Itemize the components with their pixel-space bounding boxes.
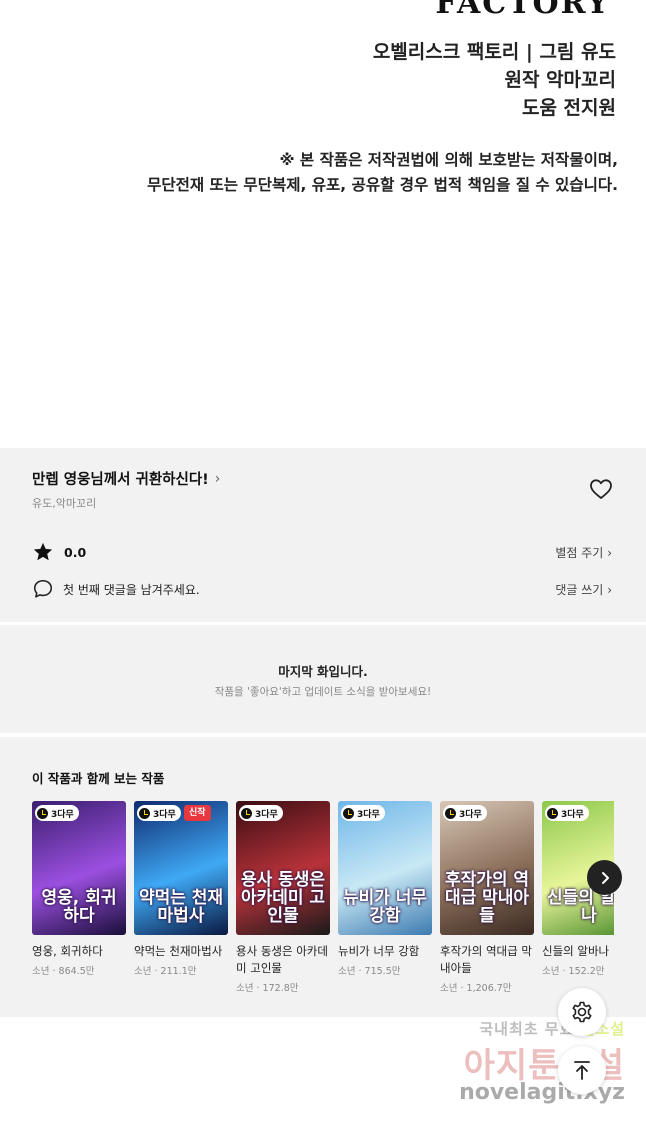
recommendations-carousel: 3다무 영웅, 회귀하다 영웅, 회귀하다 소년 · 864.5만 3다무 신작 약먹는 천… (32, 801, 614, 1001)
badge-label: 3다무 (459, 809, 482, 820)
rate-button-label: 별점 주기 (555, 546, 604, 560)
credits-image: FACTORY 오벨리스크 팩토리 | 그림 유도 원작 악마꼬리 도움 전지원… (0, 0, 646, 448)
credit-line-original: 원작 악마꼬리 (504, 69, 617, 91)
cover-thumbnail[interactable]: 3다무영웅, 회귀하다 (32, 801, 126, 935)
chevron-right-icon: › (214, 470, 221, 487)
card-title[interactable]: 약먹는 천재마법사 (134, 943, 228, 960)
clock-icon (445, 807, 456, 819)
recommendation-card[interactable]: 3다무 후작가의 역대급 막내아들 후작가의 역대급 막내아들 소년 · 1,206.… (440, 801, 534, 1001)
cover-thumbnail[interactable]: 3다무 신작약먹는 천재마법사 (134, 801, 228, 935)
credit-lines: 오벨리스크 팩토리 | 그림 유도 원작 악마꼬리 도움 전지원 (373, 38, 616, 122)
series-title[interactable]: 만렙 영웅님께서 귀환하신다! (32, 468, 209, 489)
card-meta: 소년 · 1,206.7만 (440, 983, 512, 994)
free-wait-badge: 3다무 (545, 805, 589, 821)
last-episode-title: 마지막 화입니다. (278, 664, 368, 679)
chevron-right-icon (601, 871, 609, 884)
free-wait-badge: 3다무 (341, 805, 385, 821)
copyright-line-1: ※ 본 작품은 저작권법에 의해 보호받는 저작물이며, (279, 151, 618, 169)
chevron-right-icon: › (607, 583, 612, 597)
free-wait-badge: 3다무 (239, 805, 283, 821)
cover-title-art: 뉴비가 너무 강함 (342, 888, 428, 926)
copyright-line-2: 무단전재 또는 무단복제, 유포, 공유할 경우 법적 책임을 질 수 있습니다… (147, 176, 618, 194)
rate-button[interactable]: 별점 주기 › (555, 544, 612, 561)
chevron-right-icon: › (607, 546, 612, 560)
last-episode-subtitle: 작품을 '좋아요'하고 업데이트 소식을 받아보세요! (214, 686, 432, 698)
badge-label: 3다무 (255, 809, 278, 820)
star-icon (33, 542, 53, 561)
brand-logo-text: FACTORY (435, 0, 610, 21)
clock-icon (343, 807, 354, 819)
card-meta: 소년 · 715.5만 (338, 966, 401, 977)
scroll-top-button[interactable] (558, 1046, 606, 1094)
free-wait-badge: 3다무 (443, 805, 487, 821)
cover-thumbnail[interactable]: 3다무후작가의 역대급 막내아들 (440, 801, 534, 935)
recommendation-card[interactable]: 3다무 영웅, 회귀하다 영웅, 회귀하다 소년 · 864.5만 (32, 801, 126, 1001)
card-title[interactable]: 뉴비가 너무 강함 (338, 943, 432, 960)
cover-thumbnail[interactable]: 3다무뉴비가 너무 강함 (338, 801, 432, 935)
arrow-up-icon (574, 1061, 590, 1080)
copyright-notice: ※ 본 작품은 저작권법에 의해 보호받는 저작물이며, 무단전재 또는 무단복… (147, 148, 618, 198)
rating-value: 0.0 (64, 544, 87, 560)
cover-title-art: 약먹는 천재마법사 (138, 888, 224, 926)
free-wait-badge: 3다무 (137, 805, 181, 821)
recommendation-card[interactable]: 3다무 용사 동생은 아카데미 고인물 용사 동생은 아카데미 고인물 소년 · 17… (236, 801, 330, 1001)
comment-prompt: 첫 번째 댓글을 남겨주세요. (63, 582, 200, 597)
carousel-next-button[interactable] (587, 860, 622, 895)
clock-icon (547, 807, 558, 819)
cover-thumbnail[interactable]: 3다무용사 동생은 아카데미 고인물 (236, 801, 330, 935)
cover-title-art: 용사 동생은 아카데미 고인물 (240, 870, 326, 926)
card-title[interactable]: 영웅, 회귀하다 (32, 943, 126, 960)
credit-line-assist: 도움 전지원 (521, 97, 616, 119)
series-authors: 유도,악마꼬리 (32, 497, 97, 510)
series-title-link[interactable]: 만렙 영웅님께서 귀환하신다! › (32, 468, 220, 489)
card-title[interactable]: 용사 동생은 아카데미 고인물 (236, 943, 330, 977)
comment-icon (33, 579, 53, 598)
recommendations-title: 이 작품과 함께 보는 작품 (32, 771, 165, 786)
recommendation-card[interactable]: 3다무 신작 약먹는 천재마법사 약먹는 천재마법사 소년 · 211.1만 (134, 801, 228, 1001)
write-comment-label: 댓글 쓰기 (555, 583, 604, 597)
write-comment-button[interactable]: 댓글 쓰기 › (555, 581, 612, 598)
card-meta: 소년 · 172.8만 (236, 983, 299, 994)
card-meta: 소년 · 211.1만 (134, 966, 197, 977)
free-wait-badge: 3다무 (35, 805, 79, 821)
card-title[interactable]: 신들의 알바나 (542, 943, 614, 960)
badge-label: 3다무 (357, 809, 380, 820)
clock-icon (139, 807, 150, 819)
comment-prompt-row[interactable]: 첫 번째 댓글을 남겨주세요. (32, 578, 200, 600)
clock-icon (37, 807, 48, 819)
card-meta: 소년 · 864.5만 (32, 966, 95, 977)
rating-row: 0.0 (32, 541, 86, 563)
cover-title-art: 후작가의 역대급 막내아들 (444, 870, 530, 926)
badge-label: 3다무 (153, 809, 176, 820)
cover-title-art: 영웅, 회귀하다 (41, 888, 117, 926)
new-badge: 신작 (184, 805, 211, 821)
recommendation-card[interactable]: 3다무신들의 알바나신들의 알바나소년 · 152.2만 (542, 801, 614, 1001)
settings-button[interactable] (558, 988, 606, 1036)
clock-icon (241, 807, 252, 819)
gear-icon (572, 1001, 592, 1023)
badge-label: 3다무 (51, 809, 74, 820)
credit-line-studio: 오벨리스크 팩토리 | 그림 유도 (372, 41, 616, 63)
badge-label: 3다무 (561, 809, 584, 820)
card-meta: 소년 · 152.2만 (542, 966, 605, 977)
heart-icon[interactable] (589, 478, 613, 500)
recommendation-card[interactable]: 3다무 뉴비가 너무 강함 뉴비가 너무 강함 소년 · 715.5만 (338, 801, 432, 1001)
card-title[interactable]: 후작가의 역대급 막내아들 (440, 943, 534, 977)
